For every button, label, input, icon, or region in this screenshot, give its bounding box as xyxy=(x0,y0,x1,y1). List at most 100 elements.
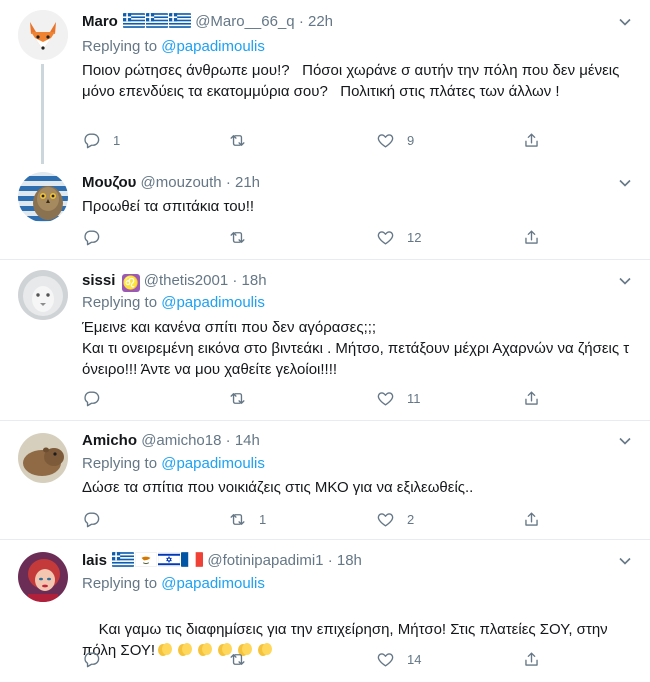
handle[interactable]: @fotinipapadimi1 xyxy=(207,552,323,569)
avatar[interactable] xyxy=(18,10,68,60)
reply-button[interactable] xyxy=(82,507,113,531)
tweet-header: sissi ♌ @thetis2001 · 18h xyxy=(82,271,267,292)
timestamp[interactable]: 22h xyxy=(308,13,333,30)
cartoon-avatar-icon xyxy=(18,552,68,602)
heart-icon xyxy=(377,391,394,406)
retweet-icon xyxy=(230,513,245,525)
reply-button[interactable] xyxy=(82,386,113,410)
tweet[interactable]: Maro @Maro__66_q · 22h Replying to @papa… xyxy=(0,0,650,164)
chevron-down-icon[interactable] xyxy=(618,15,632,29)
handle[interactable]: @Maro__66_q xyxy=(195,13,294,30)
share-button[interactable] xyxy=(522,225,541,249)
retweet-button[interactable] xyxy=(228,128,259,152)
heart-icon xyxy=(377,133,394,148)
chevron-down-icon[interactable] xyxy=(618,176,632,190)
tweet-actions: 1 2 xyxy=(82,507,552,531)
reply-button[interactable]: 1 xyxy=(82,128,120,152)
tweet-header: Maro @Maro__66_q · 22h xyxy=(82,12,333,32)
share-icon xyxy=(525,390,538,405)
share-icon xyxy=(525,229,538,244)
replying-to-link[interactable]: @papadimoulis xyxy=(161,455,265,472)
retweet-button[interactable] xyxy=(228,647,259,671)
tweet-actions: 14 xyxy=(82,647,552,671)
display-name[interactable]: lais xyxy=(82,552,107,569)
replying-to: Replying to @papadimoulis xyxy=(82,293,265,313)
reply-icon xyxy=(84,132,100,148)
display-name[interactable]: sissi xyxy=(82,272,115,289)
reply-icon xyxy=(84,229,100,245)
display-name[interactable]: Μουζου xyxy=(82,174,136,191)
timestamp[interactable]: 14h xyxy=(235,432,260,449)
like-count: 14 xyxy=(407,651,422,667)
share-button[interactable] xyxy=(522,507,541,531)
like-button[interactable]: 9 xyxy=(376,128,414,152)
reply-button[interactable] xyxy=(82,225,113,249)
tweet-text: Προωθεί τα σπιτάκια του!! xyxy=(82,198,255,215)
replying-to-label: Replying to xyxy=(82,575,162,592)
avatar[interactable] xyxy=(18,172,68,222)
retweet-button[interactable] xyxy=(228,386,259,410)
share-button[interactable] xyxy=(522,647,541,671)
replying-to-label: Replying to xyxy=(82,455,162,472)
like-button[interactable]: 12 xyxy=(376,225,421,249)
replying-to-link[interactable]: @papadimoulis xyxy=(161,38,265,55)
flag-icon-greece xyxy=(145,13,169,30)
display-name[interactable]: Amicho xyxy=(82,432,137,449)
avatar[interactable] xyxy=(18,270,68,320)
lion-avatar-icon xyxy=(18,270,68,320)
replying-to-link[interactable]: @papadimoulis xyxy=(161,294,265,311)
timestamp[interactable]: 18h xyxy=(242,272,267,289)
tweet-text: Ποιον ρώτησες άνθρωπε μου!? Πόσοι χωράνε… xyxy=(82,62,624,100)
tweet-text: Δώσε τα σπίτια που νοικιάζεις στις ΜΚΟ γ… xyxy=(82,479,474,496)
separator-dot: · xyxy=(327,552,333,569)
avatar[interactable] xyxy=(18,433,68,483)
thread-line xyxy=(41,64,44,164)
flag-icon-israel xyxy=(157,552,181,569)
heart-icon xyxy=(377,230,394,245)
handle[interactable]: @amicho18 xyxy=(141,432,221,449)
retweet-icon xyxy=(230,653,245,665)
like-button[interactable]: 2 xyxy=(376,507,414,531)
like-count: 2 xyxy=(407,511,415,527)
chevron-down-icon[interactable] xyxy=(618,434,632,448)
replying-to: Replying to @papadimoulis xyxy=(82,574,265,594)
tweet-actions: 12 xyxy=(82,225,552,249)
separator-dot: · xyxy=(232,272,238,289)
share-button[interactable] xyxy=(522,128,541,152)
leo-sign-icon: ♌ xyxy=(121,274,140,292)
display-name[interactable]: Maro xyxy=(82,13,118,30)
tweet[interactable]: Amicho @amicho18 · 14h Replying to @papa… xyxy=(0,421,650,540)
tweet[interactable]: sissi ♌ @thetis2001 · 18h Replying to @p… xyxy=(0,260,650,421)
tweet-header: Μουζου @mouzouth · 21h xyxy=(82,173,260,193)
reply-button[interactable] xyxy=(82,647,113,671)
share-button[interactable] xyxy=(522,386,541,410)
timestamp[interactable]: 21h xyxy=(235,174,260,191)
like-count: 12 xyxy=(407,229,422,245)
chevron-down-icon[interactable] xyxy=(618,274,632,288)
capybara-avatar-icon xyxy=(18,433,68,483)
like-count: 11 xyxy=(407,390,421,406)
retweet-button[interactable] xyxy=(228,225,259,249)
replying-to-link[interactable]: @papadimoulis xyxy=(161,575,265,592)
handle[interactable]: @thetis2001 xyxy=(144,272,228,289)
replying-to: Replying to @papadimoulis xyxy=(82,454,265,474)
share-icon xyxy=(525,511,538,526)
retweet-button[interactable]: 1 xyxy=(228,507,266,531)
timestamp[interactable]: 18h xyxy=(337,552,362,569)
tweet-header: lais @fotinipapadimi1 · 18h xyxy=(82,551,362,571)
reply-count: 1 xyxy=(113,132,121,148)
tweet-text: Έμεινε και κανένα σπίτι που δεν αγόρασες… xyxy=(82,319,630,378)
tweet[interactable]: Μουζου @mouzouth · 21h Προωθεί τα σπιτάκ… xyxy=(0,161,650,260)
retweet-icon xyxy=(230,392,245,404)
replying-to-label: Replying to xyxy=(82,38,162,55)
tweet[interactable]: lais @fotinipapadimi1 · 18h Replying to … xyxy=(0,540,650,677)
handle[interactable]: @mouzouth xyxy=(141,174,222,191)
like-button[interactable]: 14 xyxy=(376,647,421,671)
reply-icon xyxy=(84,390,100,406)
owl-avatar-icon xyxy=(18,172,68,222)
avatar[interactable] xyxy=(18,552,68,602)
separator-dot: · xyxy=(298,13,304,30)
flag-icon-greece xyxy=(111,552,135,569)
chevron-down-icon[interactable] xyxy=(618,554,632,568)
like-button[interactable]: 11 xyxy=(376,386,421,410)
